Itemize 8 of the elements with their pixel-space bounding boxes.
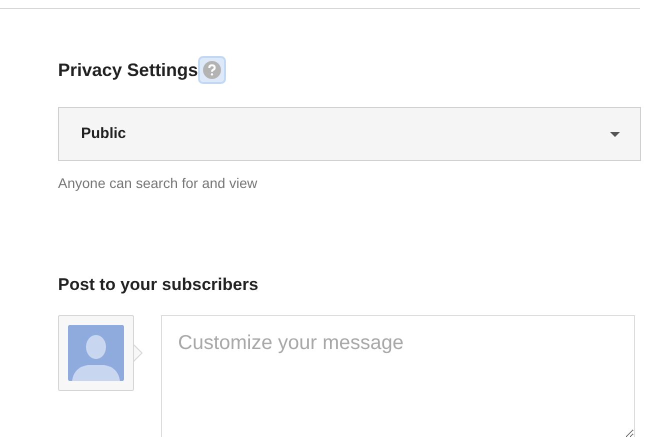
section-title: Post to your subscribers — [58, 274, 260, 296]
avatar-icon — [68, 324, 124, 380]
hint-text: Anyone can search for and view — [58, 174, 258, 193]
caret-icon — [610, 132, 620, 136]
section-title: Privacy Settings — [58, 61, 198, 79]
privacy-dropdown[interactable]: Public — [58, 107, 641, 161]
message-field[interactable]: Customize your message — [161, 314, 635, 437]
help-icon[interactable] — [200, 58, 224, 82]
